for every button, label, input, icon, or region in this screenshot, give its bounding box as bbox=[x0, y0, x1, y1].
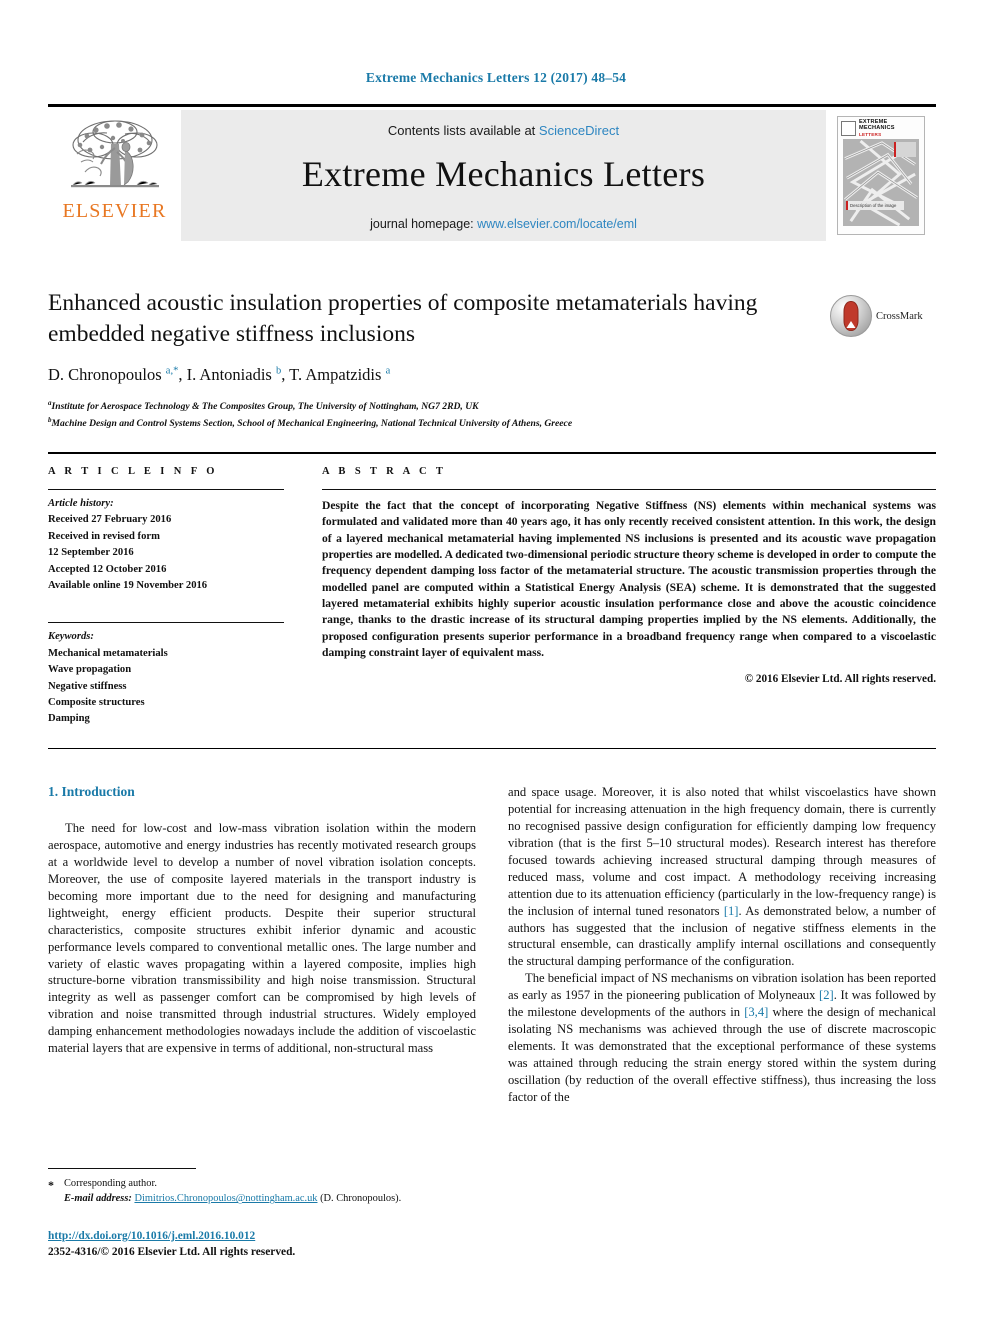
journal-cover-thumbnail: EXTREME MECHANICS LETTERS Description of… bbox=[837, 116, 925, 235]
keyword-item: Negative stiffness bbox=[48, 680, 127, 692]
title-block: Enhanced acoustic insulation properties … bbox=[48, 288, 936, 432]
journal-title: Extreme Mechanics Letters bbox=[301, 153, 706, 194]
cover-header: EXTREME MECHANICS LETTERS bbox=[841, 118, 921, 137]
running-head: Extreme Mechanics Letters 12 (2017) 48–5… bbox=[365, 70, 627, 85]
corresponding-author-text: Corresponding author. bbox=[64, 1178, 157, 1189]
abstract-text: Despite the fact that the concept of inc… bbox=[322, 499, 936, 660]
article-history-line: Received 27 February 2016 bbox=[48, 514, 172, 526]
body-column-right: and space usage. Moreover, it is also no… bbox=[508, 784, 936, 1106]
page-footer: http://dx.doi.org/10.1016/j.eml.2016.10.… bbox=[48, 1228, 548, 1260]
journal-homepage-line: journal homepage: www.elsevier.com/locat… bbox=[370, 217, 637, 231]
citation-link[interactable]: [3,4] bbox=[744, 1005, 768, 1019]
abstract-rule bbox=[322, 489, 936, 490]
doi-link[interactable]: http://dx.doi.org/10.1016/j.eml.2016.10.… bbox=[48, 1230, 255, 1242]
article-info-column: A R T I C L E I N F O Article history: R… bbox=[48, 466, 298, 728]
email-line: E-mail address: Dimitrios.Chronopoulos@n… bbox=[64, 1191, 476, 1206]
journal-cover: EXTREME MECHANICS LETTERS Description of… bbox=[826, 110, 936, 241]
journal-masthead: ELSEVIER Contents lists available at Sci… bbox=[48, 104, 936, 241]
keyword-item: Mechanical metamaterials bbox=[48, 647, 168, 659]
affiliation-list: aInstitute for Aerospace Technology & Th… bbox=[48, 398, 936, 431]
issn-copyright-line: 2352-4316/© 2016 Elsevier Ltd. All right… bbox=[48, 1246, 296, 1259]
paper-page: Extreme Mechanics Letters 12 (2017) 48–5… bbox=[0, 0, 992, 1323]
cover-red-badge bbox=[894, 142, 916, 157]
crossmark-label: CrossMark bbox=[876, 310, 923, 322]
article-info-heading: A R T I C L E I N F O bbox=[48, 466, 218, 477]
abstract-heading: A B S T R A C T bbox=[322, 466, 447, 477]
affiliation-b-text: Machine Design and Control Systems Secti… bbox=[51, 418, 573, 429]
corresponding-author-footnote: * Corresponding author. E-mail address: … bbox=[48, 1176, 476, 1207]
article-history-line: Accepted 12 October 2016 bbox=[48, 563, 167, 575]
footnote-asterisk: * bbox=[48, 1178, 54, 1192]
email-label: E-mail address: bbox=[64, 1193, 132, 1205]
crossmark-icon bbox=[830, 295, 872, 337]
email-owner: (D. Chronopoulos). bbox=[320, 1193, 402, 1205]
keyword-item: Damping bbox=[48, 713, 90, 725]
keywords-rule bbox=[48, 622, 284, 624]
article-history-line: Available online 19 November 2016 bbox=[48, 580, 208, 592]
citation-link[interactable]: [2] bbox=[819, 988, 834, 1002]
article-history-label: Article history: bbox=[48, 498, 114, 509]
keywords-block: Keywords: Mechanical metamaterials Wave … bbox=[48, 622, 298, 727]
author-list: D. Chronopoulos a,*, I. Antoniadis b, T.… bbox=[48, 365, 391, 385]
article-history-line: Received in revised form bbox=[48, 530, 160, 542]
paragraph: The need for low-cost and low-mass vibra… bbox=[48, 821, 476, 1056]
abstract-column: A B S T R A C T Despite the fact that th… bbox=[322, 466, 936, 685]
body-column-left: 1. Introduction The need for low-cost an… bbox=[48, 784, 476, 1057]
contents-prefix: Contents lists available at bbox=[387, 122, 539, 138]
affiliation-a: aInstitute for Aerospace Technology & Th… bbox=[48, 398, 936, 415]
paragraph: and space usage. Moreover, it is also no… bbox=[508, 784, 936, 970]
page-title: Enhanced acoustic insulation properties … bbox=[48, 290, 758, 347]
elsevier-tree-icon bbox=[70, 120, 159, 188]
paragraph: The beneficial impact of NS mechanisms o… bbox=[508, 970, 936, 1106]
footnote-rule bbox=[48, 1168, 196, 1169]
paragraph-text: where the design of mechanical isolating… bbox=[508, 1005, 936, 1104]
author-marker-c: a bbox=[385, 365, 391, 377]
journal-homepage-link[interactable]: www.elsevier.com/locate/eml bbox=[477, 217, 637, 231]
cover-title-line2: LETTERS bbox=[859, 131, 882, 137]
author-marker-a: a,* bbox=[165, 365, 179, 377]
affiliation-a-text: Institute for Aerospace Technology & The… bbox=[51, 401, 479, 413]
article-info-rule bbox=[48, 489, 284, 490]
article-history-line: 12 September 2016 bbox=[48, 547, 134, 559]
section-heading-introduction: 1. Introduction bbox=[48, 784, 135, 799]
cover-publisher-mark-icon bbox=[841, 120, 856, 136]
homepage-prefix: journal homepage: bbox=[370, 216, 478, 231]
cover-artwork: Description of the image bbox=[843, 139, 919, 226]
cover-caption: Description of the image bbox=[846, 201, 904, 210]
elsevier-logo: ELSEVIER bbox=[48, 110, 181, 241]
paragraph-text: and space usage. Moreover, it is also no… bbox=[508, 785, 936, 918]
body-columns: 1. Introduction The need for low-cost an… bbox=[48, 784, 936, 1184]
affiliation-b: bMachine Design and Control Systems Sect… bbox=[48, 415, 936, 432]
crossmark-badge-group[interactable]: CrossMark bbox=[830, 294, 928, 338]
keywords-label: Keywords: bbox=[48, 631, 94, 643]
contents-available-line: Contents lists available at ScienceDirec… bbox=[388, 123, 619, 138]
sciencedirect-link[interactable]: ScienceDirect bbox=[539, 123, 619, 138]
citation-link[interactable]: [1] bbox=[724, 904, 739, 918]
journal-banner: Contents lists available at ScienceDirec… bbox=[181, 110, 826, 241]
author-marker-b: b bbox=[275, 365, 282, 377]
cover-title-line1: EXTREME MECHANICS bbox=[859, 118, 895, 132]
divider-above-abstract bbox=[48, 452, 936, 454]
email-link[interactable]: Dimitrios.Chronopoulos@nottingham.ac.uk bbox=[134, 1193, 317, 1204]
divider-below-abstract bbox=[48, 748, 936, 749]
elsevier-wordmark: ELSEVIER bbox=[62, 200, 167, 222]
abstract-copyright: © 2016 Elsevier Ltd. All rights reserved… bbox=[744, 673, 936, 686]
keyword-item: Wave propagation bbox=[48, 664, 132, 676]
keyword-item: Composite structures bbox=[48, 697, 145, 709]
